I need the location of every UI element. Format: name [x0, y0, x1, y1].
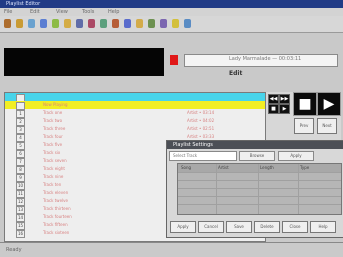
- gear-icon[interactable]: [160, 19, 167, 28]
- previous-button[interactable]: Prev: [294, 118, 314, 134]
- browse-button[interactable]: Browse: [239, 151, 275, 161]
- track-title: Track nine: [43, 174, 64, 179]
- grid-row[interactable]: [178, 204, 341, 213]
- grid-header-cell: Song: [181, 165, 192, 170]
- menu-help[interactable]: Help: [108, 9, 119, 15]
- dialog-close-button[interactable]: Close: [282, 221, 308, 233]
- settings-dialog: Playlist Settings Select Track Browse Ap…: [166, 140, 343, 238]
- dialog-save-button[interactable]: Save: [226, 221, 252, 233]
- large-stop-button[interactable]: ■: [293, 92, 317, 116]
- bell-icon[interactable]: [172, 19, 179, 28]
- track-title: Track sixteen: [43, 230, 70, 235]
- track-meta: Artist • 03:14: [187, 110, 215, 115]
- track-select[interactable]: Select Track: [169, 151, 237, 161]
- track-title: Track one: [43, 110, 63, 115]
- window-title: Playlist Editor: [6, 1, 41, 7]
- clock-icon[interactable]: [148, 19, 155, 28]
- settings-grid[interactable]: Song Artist Length Type: [177, 163, 342, 215]
- dialog-help-button[interactable]: Help: [310, 221, 336, 233]
- playlist-row[interactable]: Now Playing: [5, 101, 265, 110]
- status-bar-text: Ready: [6, 247, 22, 253]
- playlist-row[interactable]: 3 Track three Artist • 02:51: [5, 125, 265, 134]
- search-icon[interactable]: [184, 19, 191, 28]
- dialog-title: Playlist Settings: [173, 142, 213, 148]
- menu-view[interactable]: View: [56, 9, 68, 15]
- track-title: Track eight: [43, 166, 65, 171]
- grid-column-divider: [298, 164, 299, 214]
- app-window: Playlist Editor File Edit View Tools Hel…: [0, 0, 343, 257]
- status-strip: Lady Marmalade — 00:03:11: [184, 54, 338, 67]
- track-title: Track seven: [43, 158, 67, 163]
- grid-column-divider: [216, 164, 217, 214]
- status-text: Lady Marmalade — 00:03:11: [229, 56, 302, 62]
- menu-tools[interactable]: Tools: [82, 9, 94, 15]
- stop-button[interactable]: ■: [268, 104, 279, 114]
- grid-header-cell: Artist: [218, 165, 229, 170]
- title-bar: Playlist Editor: [0, 0, 343, 8]
- track-title: Track fifteen: [43, 222, 68, 227]
- list-icon[interactable]: [136, 19, 143, 28]
- large-play-button[interactable]: ▶: [317, 92, 341, 116]
- repeat-icon[interactable]: [124, 19, 131, 28]
- row-index: 16: [16, 230, 25, 238]
- track-title: Track five: [43, 142, 63, 147]
- track-title: Track fourteen: [43, 214, 72, 219]
- grid-header-cell: Length: [260, 165, 274, 170]
- grid-header: Song Artist Length Type: [178, 164, 341, 172]
- next-button[interactable]: Next: [317, 118, 337, 134]
- menu-bar: File Edit View Tools Help: [0, 8, 343, 16]
- dialog-title-bar: Playlist Settings: [167, 141, 343, 149]
- folder-icon[interactable]: [64, 19, 71, 28]
- record-indicator: [170, 55, 178, 65]
- shuffle-icon[interactable]: [112, 19, 119, 28]
- grid-column-divider: [258, 164, 259, 214]
- menu-file[interactable]: File: [4, 9, 12, 15]
- speaker-icon[interactable]: [88, 19, 95, 28]
- music-icon[interactable]: [4, 19, 11, 28]
- track-title: Track twelve: [43, 198, 68, 203]
- track-title: Track eleven: [43, 190, 69, 195]
- rewind-button[interactable]: ◀◀: [268, 94, 279, 104]
- play-button[interactable]: ▶: [279, 104, 290, 114]
- apply-button[interactable]: Apply: [278, 151, 314, 161]
- edit-label: Edit: [229, 70, 243, 77]
- transport-controls: ◀◀ ▶▶ ■ ▶ ■ ▶ Prev Next: [266, 92, 341, 144]
- track-title: Track ten: [43, 182, 62, 187]
- star-icon[interactable]: [52, 19, 59, 28]
- note-icon[interactable]: [76, 19, 83, 28]
- toolbar: [0, 16, 343, 33]
- dialog-cancel-button[interactable]: Cancel: [198, 221, 224, 233]
- track-title: Track six: [43, 150, 61, 155]
- track-title: Track four: [43, 134, 63, 139]
- track-title: Track thirteen: [43, 206, 71, 211]
- dialog-apply-button[interactable]: Apply: [170, 221, 196, 233]
- track-meta: Artist • 04:02: [187, 118, 215, 123]
- track-title: Track two: [43, 118, 63, 123]
- playlist-row[interactable]: 2 Track two Artist • 04:02: [5, 117, 265, 126]
- status-bar: Ready: [0, 242, 343, 257]
- forward-button[interactable]: ▶▶: [279, 94, 290, 104]
- header-display: [4, 48, 164, 76]
- track-title: Now Playing: [43, 102, 68, 107]
- play-icon[interactable]: [40, 19, 47, 28]
- save-icon[interactable]: [100, 19, 107, 28]
- track-select-value: Select Track: [173, 153, 198, 158]
- playlist-row[interactable]: [5, 93, 265, 102]
- menu-edit[interactable]: Edit: [30, 9, 40, 15]
- dialog-delete-button[interactable]: Delete: [254, 221, 280, 233]
- track-meta: Artist • 03:33: [187, 134, 215, 139]
- playlist-row[interactable]: 1 Track one Artist • 03:14: [5, 109, 265, 118]
- track-meta: Artist • 02:51: [187, 126, 215, 131]
- arrow-icon[interactable]: [16, 19, 23, 28]
- grid-header-cell: Type: [300, 165, 310, 170]
- track-title: Track three: [43, 126, 66, 131]
- pencil-icon[interactable]: [28, 19, 35, 28]
